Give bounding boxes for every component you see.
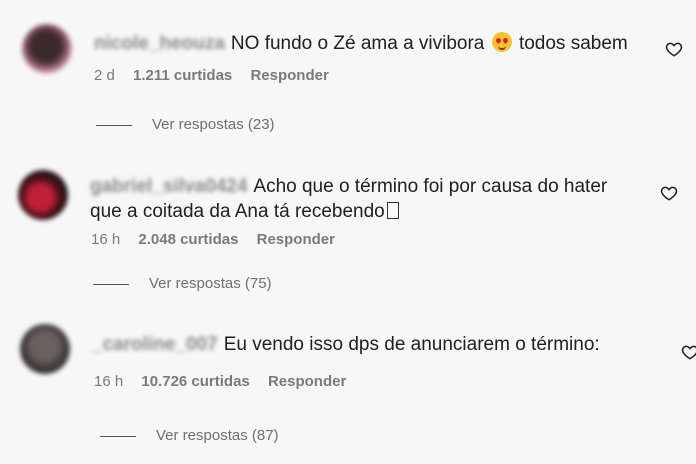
reply-button[interactable]: Responder xyxy=(250,67,328,84)
comment-body: Eu vendo isso dps de anunciarem o términ… xyxy=(223,334,600,355)
missing-glyph-icon xyxy=(386,202,399,219)
timestamp: 2 d xyxy=(94,67,115,84)
replies-divider xyxy=(96,124,132,126)
heart-outline-icon[interactable] xyxy=(681,343,696,361)
username[interactable]: _caroline_007 xyxy=(92,332,218,357)
username[interactable]: gabriel_silva0424 xyxy=(90,174,247,199)
comment-meta: 16 h 10.726 curtidas Responder xyxy=(94,373,360,390)
replies-divider xyxy=(100,435,136,437)
avatar[interactable] xyxy=(20,324,70,374)
heart-outline-icon[interactable] xyxy=(665,40,683,58)
comment-meta: 16 h 2.048 curtidas Responder xyxy=(91,231,349,248)
comment-text: nicole_heouza NO fundo o Zé ama a vivibor… xyxy=(94,31,628,56)
reply-button[interactable]: Responder xyxy=(257,231,335,248)
view-replies-button[interactable]: Ver respostas (23) xyxy=(96,116,275,133)
view-replies-label: Ver respostas (23) xyxy=(152,116,275,133)
comment-body-end: todos sabem xyxy=(518,33,628,54)
likes-count[interactable]: 10.726 curtidas xyxy=(141,373,249,390)
view-replies-button[interactable]: Ver respostas (75) xyxy=(93,275,272,292)
view-replies-button[interactable]: Ver respostas (87) xyxy=(100,427,279,444)
comment-meta: 2 d 1.211 curtidas Responder xyxy=(94,67,343,84)
view-replies-label: Ver respostas (87) xyxy=(156,427,279,444)
comment-body: NO fundo o Zé ama a vivibora xyxy=(230,33,485,54)
avatar[interactable] xyxy=(22,24,72,74)
comment-text: _caroline_007 Eu vendo isso dps de anunci… xyxy=(92,332,600,357)
reply-button[interactable]: Responder xyxy=(268,373,346,390)
smiling-face-with-hearts-icon xyxy=(491,32,512,52)
comment-body-line1: Acho que o término foi por causa do hate… xyxy=(253,176,608,197)
timestamp: 16 h xyxy=(94,373,124,390)
avatar[interactable] xyxy=(18,170,68,220)
timestamp: 16 h xyxy=(91,231,121,248)
view-replies-label: Ver respostas (75) xyxy=(149,275,272,292)
comment-text: gabriel_silva0424 Acho que o término foi … xyxy=(90,174,607,224)
replies-divider xyxy=(93,283,129,285)
likes-count[interactable]: 1.211 curtidas xyxy=(133,67,232,84)
comment-body-line2: que a coitada da Ana tá recebendo xyxy=(90,201,385,222)
heart-outline-icon[interactable] xyxy=(660,184,678,202)
likes-count[interactable]: 2.048 curtidas xyxy=(138,231,238,248)
username[interactable]: nicole_heouza xyxy=(94,31,225,56)
